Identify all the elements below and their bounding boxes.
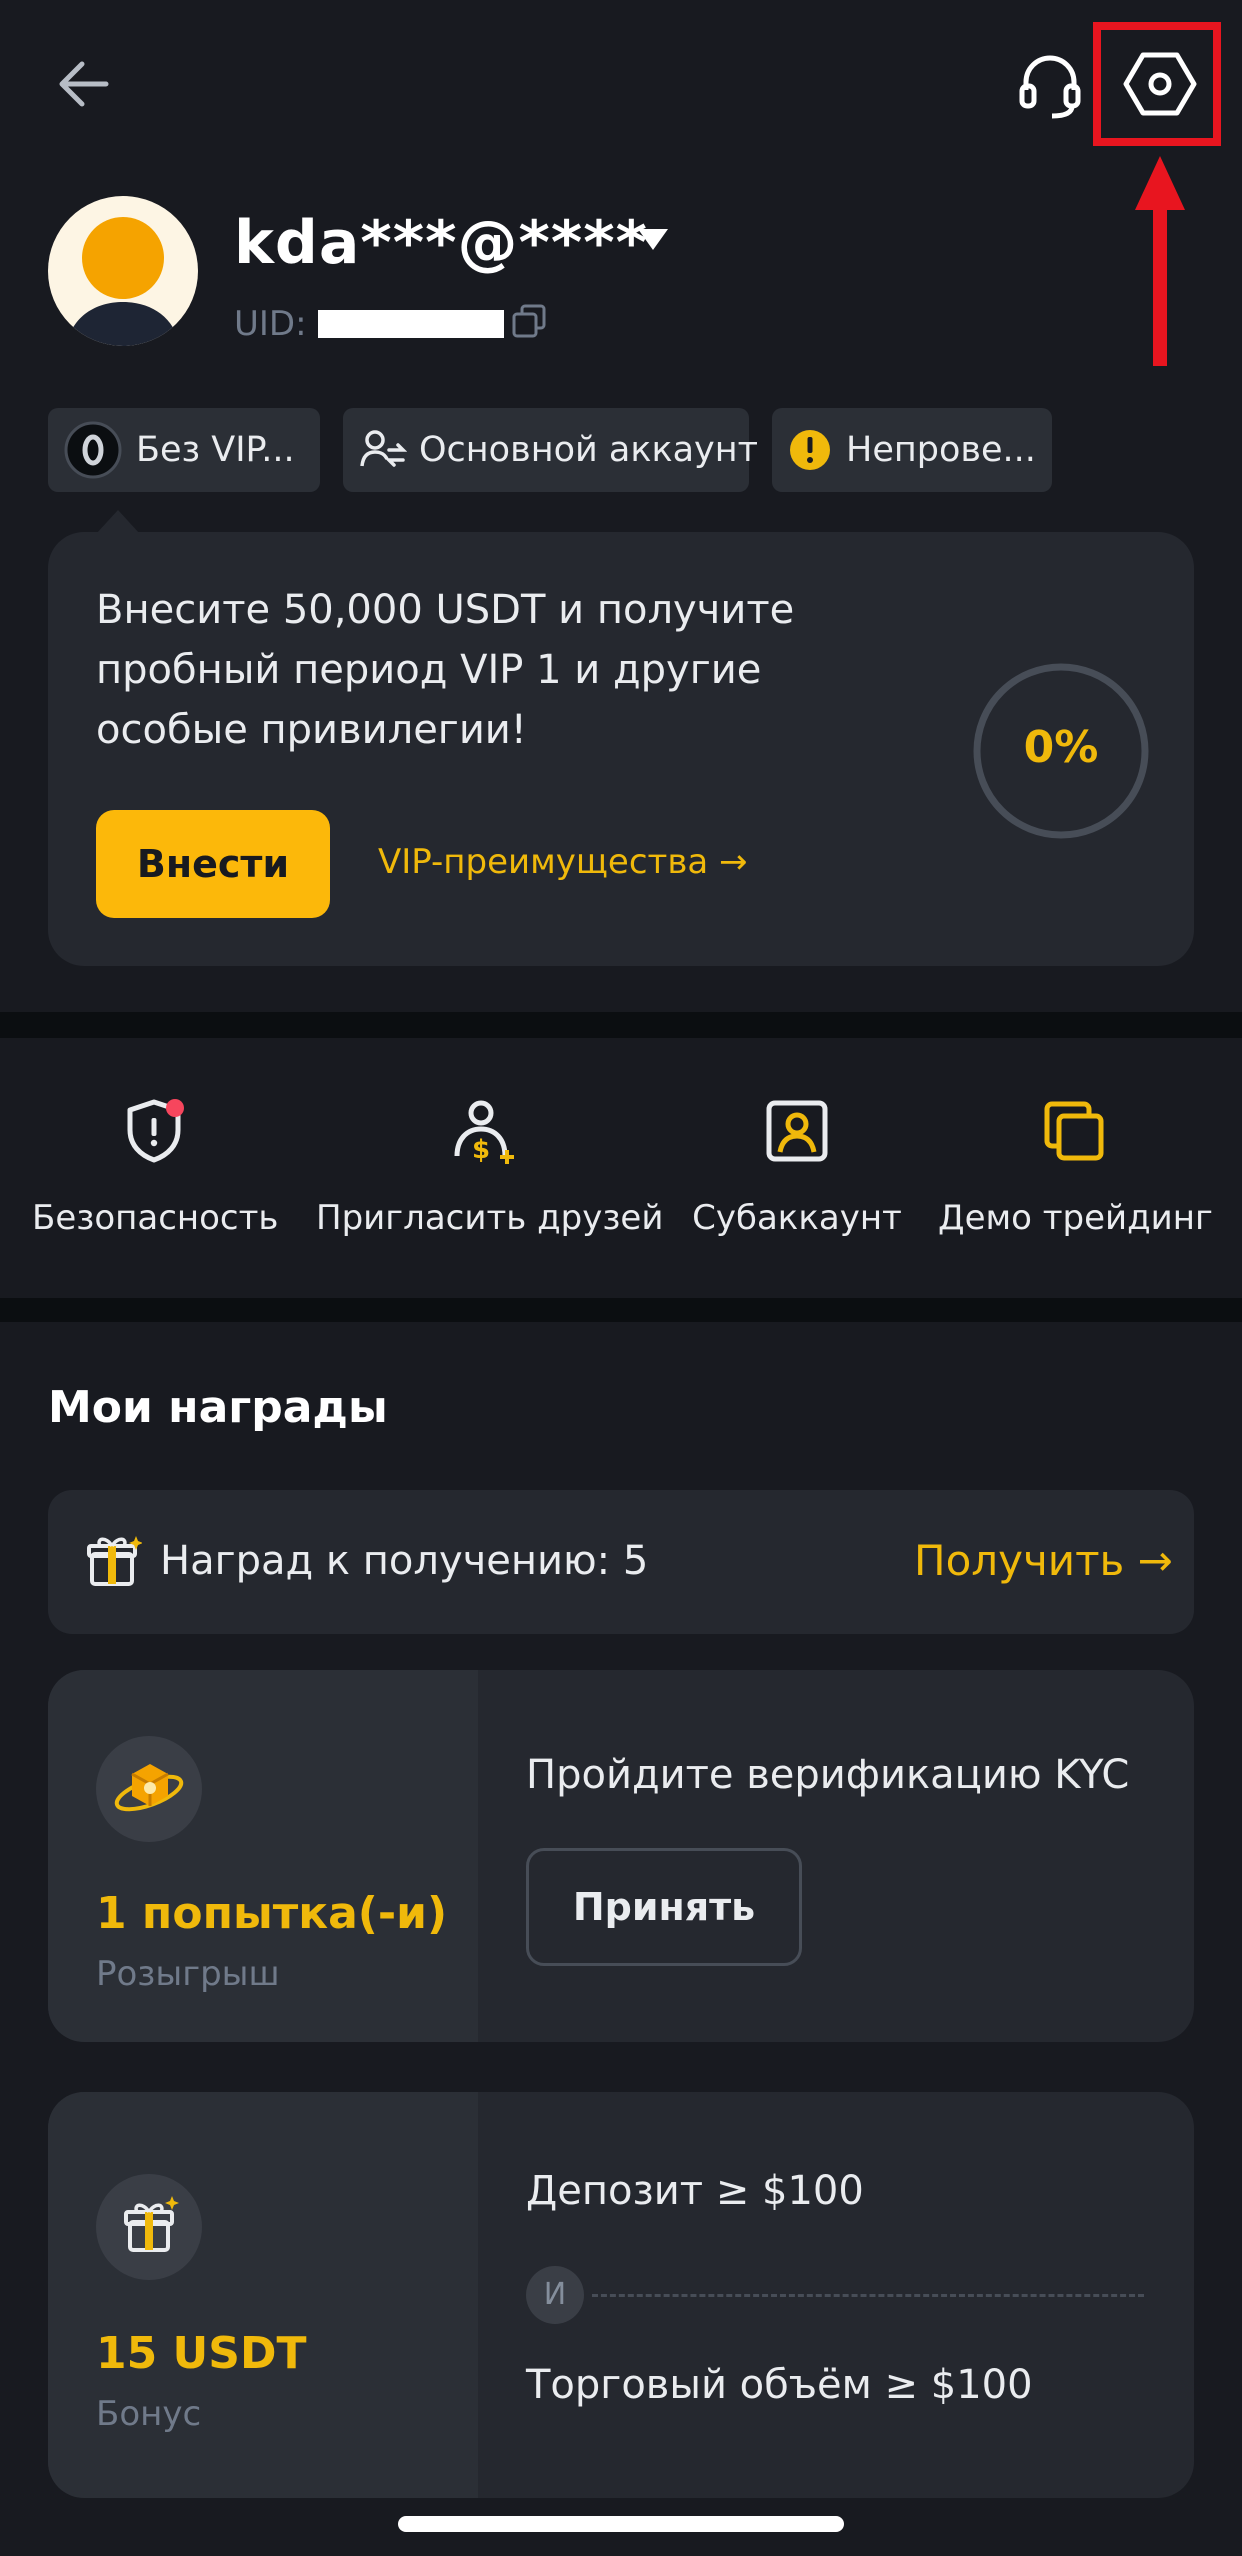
bonus-gift-icon xyxy=(96,2174,202,2280)
user-switch-icon xyxy=(360,430,407,467)
quick-action-label: Пригласить друзей xyxy=(316,1198,664,1238)
shield-alert-icon xyxy=(127,1099,184,1163)
vip-benefits-link[interactable]: VIP-преимущества → xyxy=(378,842,748,882)
rewards-title: Мои награды xyxy=(48,1382,388,1433)
gift-box-icon xyxy=(124,2196,179,2252)
avatar[interactable] xyxy=(48,196,198,346)
arrow-left-icon[interactable] xyxy=(52,52,116,116)
reward-value: 1 попытка(-и) xyxy=(96,1888,448,1939)
home-indicator[interactable] xyxy=(398,2516,844,2532)
warning-circle-icon xyxy=(790,430,830,470)
uid-value-redacted xyxy=(318,310,504,338)
quick-action-subaccount[interactable]: Субаккаунт xyxy=(686,1096,908,1238)
reward-type: Бонус xyxy=(96,2394,202,2434)
quick-action-invite-friends[interactable]: $ Пригласить друзей xyxy=(316,1096,664,1238)
vip-zero-icon xyxy=(64,421,122,479)
avatar-person-icon xyxy=(66,217,180,346)
quick-action-security[interactable]: Безопасность xyxy=(32,1096,279,1238)
reward-value: 15 USDT xyxy=(96,2328,307,2379)
settings-highlight-box xyxy=(1093,22,1221,146)
quick-action-label: Субаккаунт xyxy=(692,1198,902,1238)
vip-promo-text: Внесите 50,000 USDT и получите пробный п… xyxy=(96,587,795,753)
claim-rewards-count: Наград к получению: 5 xyxy=(160,1538,649,1584)
reward-task-text: Пройдите верификацию KYC xyxy=(526,1752,1130,1798)
reward-condition-volume: Торговый объём ≥ $100 xyxy=(526,2362,1033,2408)
uid-label: UID: xyxy=(234,304,307,344)
svg-text:$: $ xyxy=(472,1135,490,1165)
headset-icon[interactable] xyxy=(1014,50,1086,122)
reward-condition-deposit: Депозит ≥ $100 xyxy=(526,2168,864,2214)
invite-friends-icon: $ xyxy=(454,1100,514,1165)
reward-card-left-panel: 1 попытка(-и) Розыгрыш xyxy=(48,1670,478,2042)
quick-action-label: Безопасность xyxy=(32,1198,279,1238)
copy-icon[interactable] xyxy=(512,304,546,338)
reward-type: Розыгрыш xyxy=(96,1954,280,1994)
accept-button[interactable]: Принять xyxy=(526,1848,802,1966)
claim-rewards-link[interactable]: Получить → xyxy=(914,1536,1173,1585)
tooltip-pointer xyxy=(96,510,140,534)
account-type-tag[interactable]: Основной аккаунт xyxy=(343,408,758,492)
lucky-box-icon xyxy=(114,1764,184,1812)
reward-card-left-panel: 15 USDT Бонус xyxy=(48,2092,478,2498)
quick-action-demo-trading[interactable]: Демо трейдинг xyxy=(938,1096,1213,1238)
dashed-divider xyxy=(592,2294,1144,2297)
lucky-draw-icon xyxy=(96,1736,202,1842)
gift-icon xyxy=(87,1536,142,1586)
demo-trading-icon xyxy=(1044,1101,1104,1161)
deposit-button[interactable]: Внести xyxy=(96,810,330,918)
quick-action-label: Демо трейдинг xyxy=(938,1198,1213,1238)
verification-tag[interactable]: Непрове... xyxy=(772,408,1052,492)
vip-progress-label: 0% xyxy=(1023,722,1099,773)
verification-label: Непрове... xyxy=(846,430,1036,470)
caret-down-icon[interactable] xyxy=(636,226,670,252)
and-badge: И xyxy=(526,2266,584,2324)
red-arrow-up-icon xyxy=(1135,156,1185,366)
account-type-label: Основной аккаунт xyxy=(419,430,759,470)
vip-level-label: Без VIP... xyxy=(136,430,295,470)
subaccount-icon xyxy=(766,1100,828,1162)
username[interactable]: kda***@**** xyxy=(234,208,648,278)
vip-level-tag[interactable]: Без VIP... xyxy=(48,408,320,492)
